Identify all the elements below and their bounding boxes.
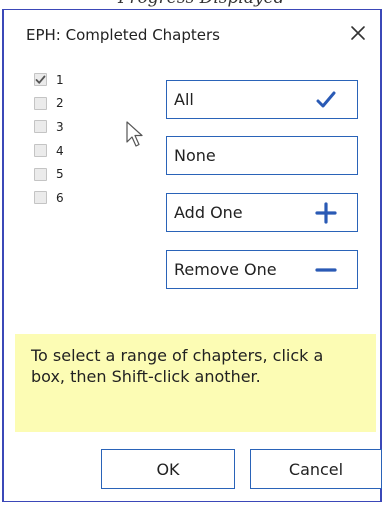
chapter-label: 1 (56, 72, 64, 87)
chapter-checkbox[interactable] (34, 96, 47, 110)
hint-text: To select a range of chapters, click a b… (31, 346, 324, 386)
minus-icon (313, 257, 339, 283)
select-none-button[interactable]: None (166, 136, 358, 175)
chapter-item: 3 (34, 115, 64, 139)
add-one-button[interactable]: Add One (166, 193, 358, 232)
chapter-label: 5 (56, 167, 64, 182)
chapter-checkbox[interactable] (34, 144, 47, 158)
chapter-label: 2 (56, 96, 64, 111)
cancel-label: Cancel (288, 459, 344, 479)
plus-icon (313, 200, 339, 226)
mouse-cursor-icon (126, 121, 143, 147)
select-all-button[interactable]: All (166, 80, 358, 119)
caption-text: Progress Displayed (118, 0, 285, 8)
range-selection-hint: To select a range of chapters, click a b… (15, 334, 376, 432)
chapter-item: 4 (34, 139, 64, 163)
chapter-label: 4 (56, 143, 64, 158)
close-icon (351, 26, 365, 40)
chapter-checkbox-list: 1 2 3 4 5 6 (34, 68, 64, 210)
chapter-item: 2 (34, 92, 64, 116)
chapter-label: 3 (56, 119, 64, 134)
remove-one-label: Remove One (174, 260, 277, 279)
dialog-titlebar: EPH: Completed Chapters (4, 10, 380, 54)
checkmark-icon (313, 87, 339, 113)
add-one-label: Add One (174, 203, 243, 222)
chapter-item: 6 (34, 186, 64, 210)
remove-one-button[interactable]: Remove One (166, 250, 358, 289)
chapter-checkbox[interactable] (34, 167, 47, 181)
ok-label: OK (156, 459, 180, 479)
chapter-checkbox[interactable] (34, 73, 47, 87)
completed-chapters-dialog: EPH: Completed Chapters 123456 All None … (2, 9, 382, 502)
chapter-label: 6 (56, 190, 64, 205)
select-none-label: None (174, 146, 216, 165)
chapter-checkbox[interactable] (34, 120, 47, 134)
chapter-item: 1 (34, 68, 64, 92)
ok-button[interactable]: OK (101, 449, 235, 489)
chapter-checkbox[interactable] (34, 191, 47, 205)
close-button[interactable] (344, 19, 372, 47)
cancel-button[interactable]: Cancel (250, 449, 382, 489)
checkmark-icon (35, 75, 46, 84)
dialog-content: 123456 All None Add One Remove One To se… (4, 54, 382, 501)
dialog-title: EPH: Completed Chapters (26, 26, 220, 44)
caption-strip: Progress Displayed (0, 0, 390, 9)
select-all-label: All (174, 90, 194, 109)
chapter-item: 5 (34, 162, 64, 186)
